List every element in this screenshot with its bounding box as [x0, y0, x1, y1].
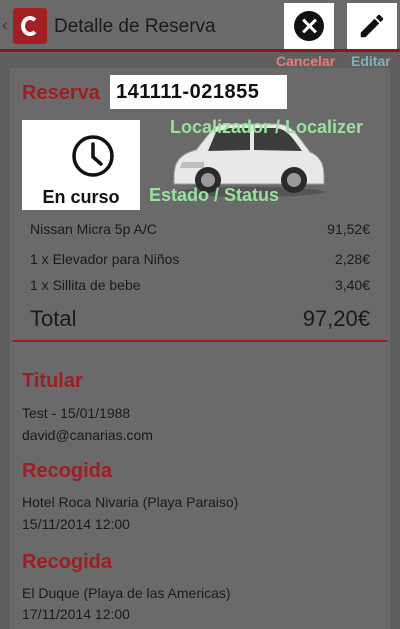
page-title: Detalle de Reserva — [54, 16, 216, 37]
dropoff-title: Recogida — [22, 551, 113, 573]
line-item-price: 3,40€ — [334, 277, 370, 293]
app-bar: ‹ Detalle de Reserva — [0, 0, 400, 52]
line-item: Nissan Micra 5p A/C 91,52€ — [30, 221, 370, 237]
total-label: Total — [30, 306, 77, 331]
reservation-label: Reserva — [22, 82, 100, 104]
line-item: 1 x Elevador para Niños 2,28€ — [30, 251, 370, 267]
total-value: 97,20€ — [302, 306, 370, 331]
line-item-name: Nissan Micra 5p A/C — [30, 221, 157, 237]
dropoff-location: El Duque (Playa de las Americas) — [22, 585, 231, 601]
pickup-location: Hotel Roca Nivaria (Playa Paraiso) — [22, 494, 239, 510]
reservation-code: 141111-021855 — [116, 81, 260, 103]
line-item-price: 91,52€ — [327, 221, 370, 237]
line-item: 1 x Sillita de bebe 3,40€ — [30, 277, 370, 293]
line-item-name: 1 x Elevador para Niños — [30, 251, 180, 267]
pickup-title: Recogida — [22, 460, 113, 482]
dropoff-datetime: 17/11/2014 12:00 — [22, 606, 130, 622]
locator-annotation-label: Localizador / Localizer — [170, 117, 364, 137]
pickup-datetime: 15/11/2014 12:00 — [22, 516, 130, 532]
total-row: Total 97,20€ — [30, 306, 370, 332]
clock-icon — [72, 135, 114, 177]
holder-title: Titular — [22, 370, 83, 392]
section-divider — [12, 340, 388, 342]
pencil-icon — [360, 14, 384, 38]
status-box: En curso — [22, 120, 140, 210]
reservation-code-box: 141111-021855 — [110, 75, 287, 109]
cancel-annotation-label: Cancelar — [276, 53, 336, 69]
close-icon — [294, 11, 324, 41]
back-icon[interactable]: ‹ — [2, 15, 8, 36]
line-item-name: 1 x Sillita de bebe — [30, 277, 141, 293]
holder-email: david@canarias.com — [22, 427, 153, 443]
edit-button[interactable] — [347, 3, 397, 49]
app-logo[interactable] — [13, 8, 47, 44]
edit-annotation-label: Editar — [351, 53, 391, 69]
holder-name-dob: Test - 15/01/1988 — [22, 405, 131, 421]
status-value: En curso — [42, 187, 120, 207]
status-annotation-label: Estado / Status — [149, 185, 280, 205]
header-divider — [0, 49, 400, 52]
line-item-price: 2,28€ — [334, 251, 370, 267]
cancel-button[interactable] — [284, 3, 334, 49]
